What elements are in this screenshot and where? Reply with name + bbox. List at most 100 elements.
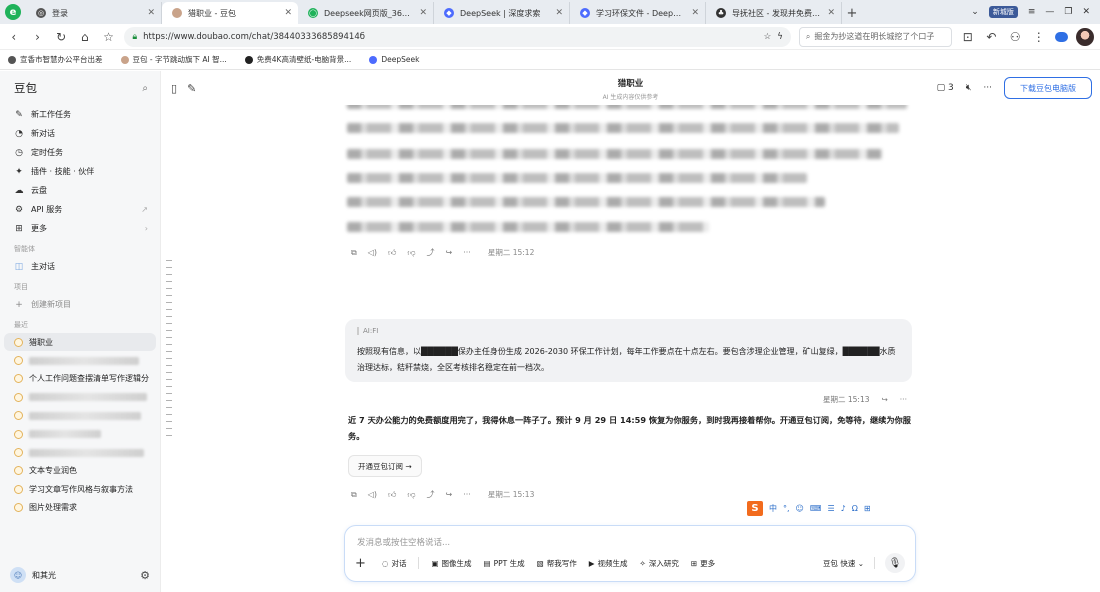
download-desktop-button[interactable]: 下载豆包电脑版 [1004, 77, 1092, 99]
lightning-icon[interactable]: ϟ [777, 32, 783, 42]
tool-ppt[interactable]: ▤ PPT 生成 [484, 558, 525, 569]
more-horizontal-icon[interactable]: ··· [463, 248, 471, 257]
sidebar-item-scheduled[interactable]: ◷ 定时任务 [0, 143, 160, 162]
toggle-sidebar-icon[interactable]: ▯ [171, 82, 177, 95]
browser-tab[interactable]: ♣ 导抚社区 - 发现并免费下载... ✕ [706, 2, 842, 24]
sidebar-item-cloud[interactable]: ☁ 云盘 [0, 181, 160, 200]
browser-tab[interactable]: ◎ 登录 ✕ [26, 2, 162, 24]
ime-toolbox[interactable]: ⊞ [864, 504, 871, 513]
extension-toggle-icon[interactable] [1054, 31, 1069, 42]
tool-research[interactable]: ✧ 深入研究 [640, 558, 679, 569]
bookmark-item[interactable]: 免费4K高清壁纸-电脑背景... [244, 54, 351, 65]
ime-mode[interactable]: 中 [769, 503, 777, 514]
tool-video[interactable]: ▶ 视频生成 [589, 558, 628, 569]
copy-icon[interactable]: ⧉ [351, 490, 357, 500]
thumbs-down-icon[interactable]: 👎︎ [407, 490, 415, 500]
tab-list-icon[interactable]: ⌄ [971, 7, 979, 17]
minimize-icon[interactable]: — [1045, 7, 1054, 17]
share-count[interactable]: ▢ 3 [937, 83, 954, 93]
undo-icon[interactable]: ↶ [984, 29, 1000, 45]
ime-menu[interactable]: ☰ [827, 504, 834, 513]
thumbs-up-icon[interactable]: 👍︎ [388, 248, 396, 258]
new-chat-edit-icon[interactable]: ✎ [187, 82, 196, 95]
share-icon[interactable]: ↪ [446, 490, 453, 499]
account-icon[interactable]: ⚇ [1007, 29, 1023, 45]
bookmark-star-icon[interactable]: ☆ [764, 32, 772, 42]
profile-avatar[interactable] [1076, 27, 1094, 46]
recent-chat-item[interactable]: 个人工作问题查摆清单写作逻辑分 [0, 370, 160, 388]
close-tab-icon[interactable]: ✕ [555, 8, 563, 18]
subscribe-button[interactable]: 开通豆包订阅 → [348, 455, 422, 477]
bookmark-item[interactable]: 豆包 - 字节跳动旗下 AI 智... [120, 54, 227, 65]
microphone-icon[interactable]: 🎙︎ [885, 553, 905, 573]
message-composer[interactable]: 发消息或按住空格说话... + ◌ 对话 ▣ 图像生成 ▤ PPT 生成 ▧ 帮我写作 … [344, 525, 916, 582]
restore-icon[interactable]: ❐ [1064, 7, 1072, 17]
model-selector[interactable]: 豆包 快速 ⌄ [823, 558, 864, 569]
share-icon[interactable]: ↪ [882, 395, 888, 404]
tool-more[interactable]: ⊞ 更多 [691, 558, 715, 569]
user-profile[interactable]: ☺ 和其光 ⚙ [0, 558, 160, 592]
more-horizontal-icon[interactable]: ··· [900, 395, 907, 404]
recent-chat-item[interactable]: 学习文章写作风格与叙事方法 [0, 480, 160, 498]
bookmark-item[interactable]: 宣香市智慧办公平台出差 [8, 54, 103, 65]
close-tab-icon[interactable]: ✕ [147, 8, 155, 18]
more-horizontal-icon[interactable]: ··· [463, 490, 471, 499]
recent-chat-item[interactable] [0, 443, 160, 461]
mute-icon[interactable]: 🔇︎ [966, 83, 972, 93]
sidebar-item-plugins[interactable]: ✦ 插件 · 技能 · 伙伴 [0, 162, 160, 181]
close-tab-icon[interactable]: ✕ [284, 8, 292, 18]
profile-badge[interactable]: 新城版 [988, 6, 1018, 18]
sidebar-item-main-chat[interactable]: ◫ 主对话 [0, 257, 160, 276]
speaker-icon[interactable]: ◁) [368, 248, 377, 257]
recent-chat-item[interactable] [0, 388, 160, 406]
recent-chat-item[interactable] [0, 351, 160, 369]
ime-skin[interactable]: ♪ [841, 504, 846, 513]
back-icon[interactable]: ‹ [6, 29, 22, 45]
favorite-star-icon[interactable]: ☆ [101, 29, 117, 45]
sidebar-item-more[interactable]: ⊞ 更多 › [0, 219, 160, 238]
sidebar-item-new-chat[interactable]: ◔ 新对话 [0, 124, 160, 143]
branch-icon[interactable]: ⤴ [427, 489, 435, 500]
browser-tab-active[interactable]: 猎职业 - 豆包 ✕ [162, 2, 298, 24]
close-tab-icon[interactable]: ✕ [827, 8, 835, 18]
menu-icon[interactable]: ≡ [1028, 7, 1036, 17]
attach-plus-icon[interactable]: + [355, 556, 366, 571]
thumbs-down-icon[interactable]: 👎︎ [407, 248, 415, 258]
more-horizontal-icon[interactable]: ··· [983, 83, 992, 93]
new-tab-button[interactable]: + [842, 2, 862, 24]
browser-search-box[interactable]: ⌕ 掘金为抄这道在明长城挖了个口子 [798, 26, 952, 47]
browser-tab[interactable]: ◆ 学习环保文件 - DeepSeek ✕ [570, 2, 706, 24]
settings-gear-icon[interactable]: ⚙ [140, 569, 150, 582]
recent-chat-item[interactable]: 图片处理需求 [0, 499, 160, 517]
close-window-icon[interactable]: ✕ [1082, 7, 1090, 17]
reload-icon[interactable]: ↻ [53, 29, 69, 45]
forward-icon[interactable]: › [30, 29, 46, 45]
share-icon[interactable]: ↪ [446, 248, 453, 257]
branch-icon[interactable]: ⤴ [427, 247, 435, 258]
ime-punct[interactable]: °, [783, 504, 790, 513]
close-tab-icon[interactable]: ✕ [419, 8, 427, 18]
ime-emoji[interactable]: ☺ [796, 504, 804, 513]
sidebar-item-api[interactable]: ⚙ API 服务 ↗ [0, 200, 160, 219]
ime-symbol[interactable]: Ω [852, 504, 858, 513]
recent-chat-item[interactable]: 文本专业润色 [0, 462, 160, 480]
sidebar-item-new-project[interactable]: + 创建新项目 [0, 295, 160, 314]
more-vertical-icon[interactable]: ⋮ [1031, 29, 1047, 45]
browser-tab[interactable]: ◆ DeepSeek | 深度求索 ✕ [434, 2, 570, 24]
sidebar-search-icon[interactable]: ⌕ [142, 83, 148, 94]
tool-writing[interactable]: ▧ 帮我写作 [537, 558, 577, 569]
recent-chat-item[interactable]: 猎职业 [4, 333, 156, 352]
copy-icon[interactable]: ⧉ [351, 248, 357, 258]
crop-icon[interactable]: ⊡ [960, 29, 976, 45]
ime-keyboard[interactable]: ⌨ [810, 504, 822, 513]
sidebar-item-new-task[interactable]: ✎ 新工作任务 [0, 105, 160, 124]
tool-image-gen[interactable]: ▣ 图像生成 [431, 558, 471, 569]
sogou-ime-icon[interactable]: S [747, 500, 763, 516]
bookmark-item[interactable]: DeepSeek [369, 55, 419, 64]
composer-placeholder[interactable]: 发消息或按住空格说话... [357, 536, 450, 548]
thumbs-up-icon[interactable]: 👍︎ [388, 490, 396, 500]
browser-tab[interactable]: ◯ Deepseek网页版_360搜索 ✕ [298, 2, 434, 24]
url-bar[interactable]: 🔒︎ https://www.doubao.com/chat/384403336… [124, 26, 791, 47]
home-icon[interactable]: ⌂ [77, 29, 93, 45]
recent-chat-item[interactable] [0, 425, 160, 443]
